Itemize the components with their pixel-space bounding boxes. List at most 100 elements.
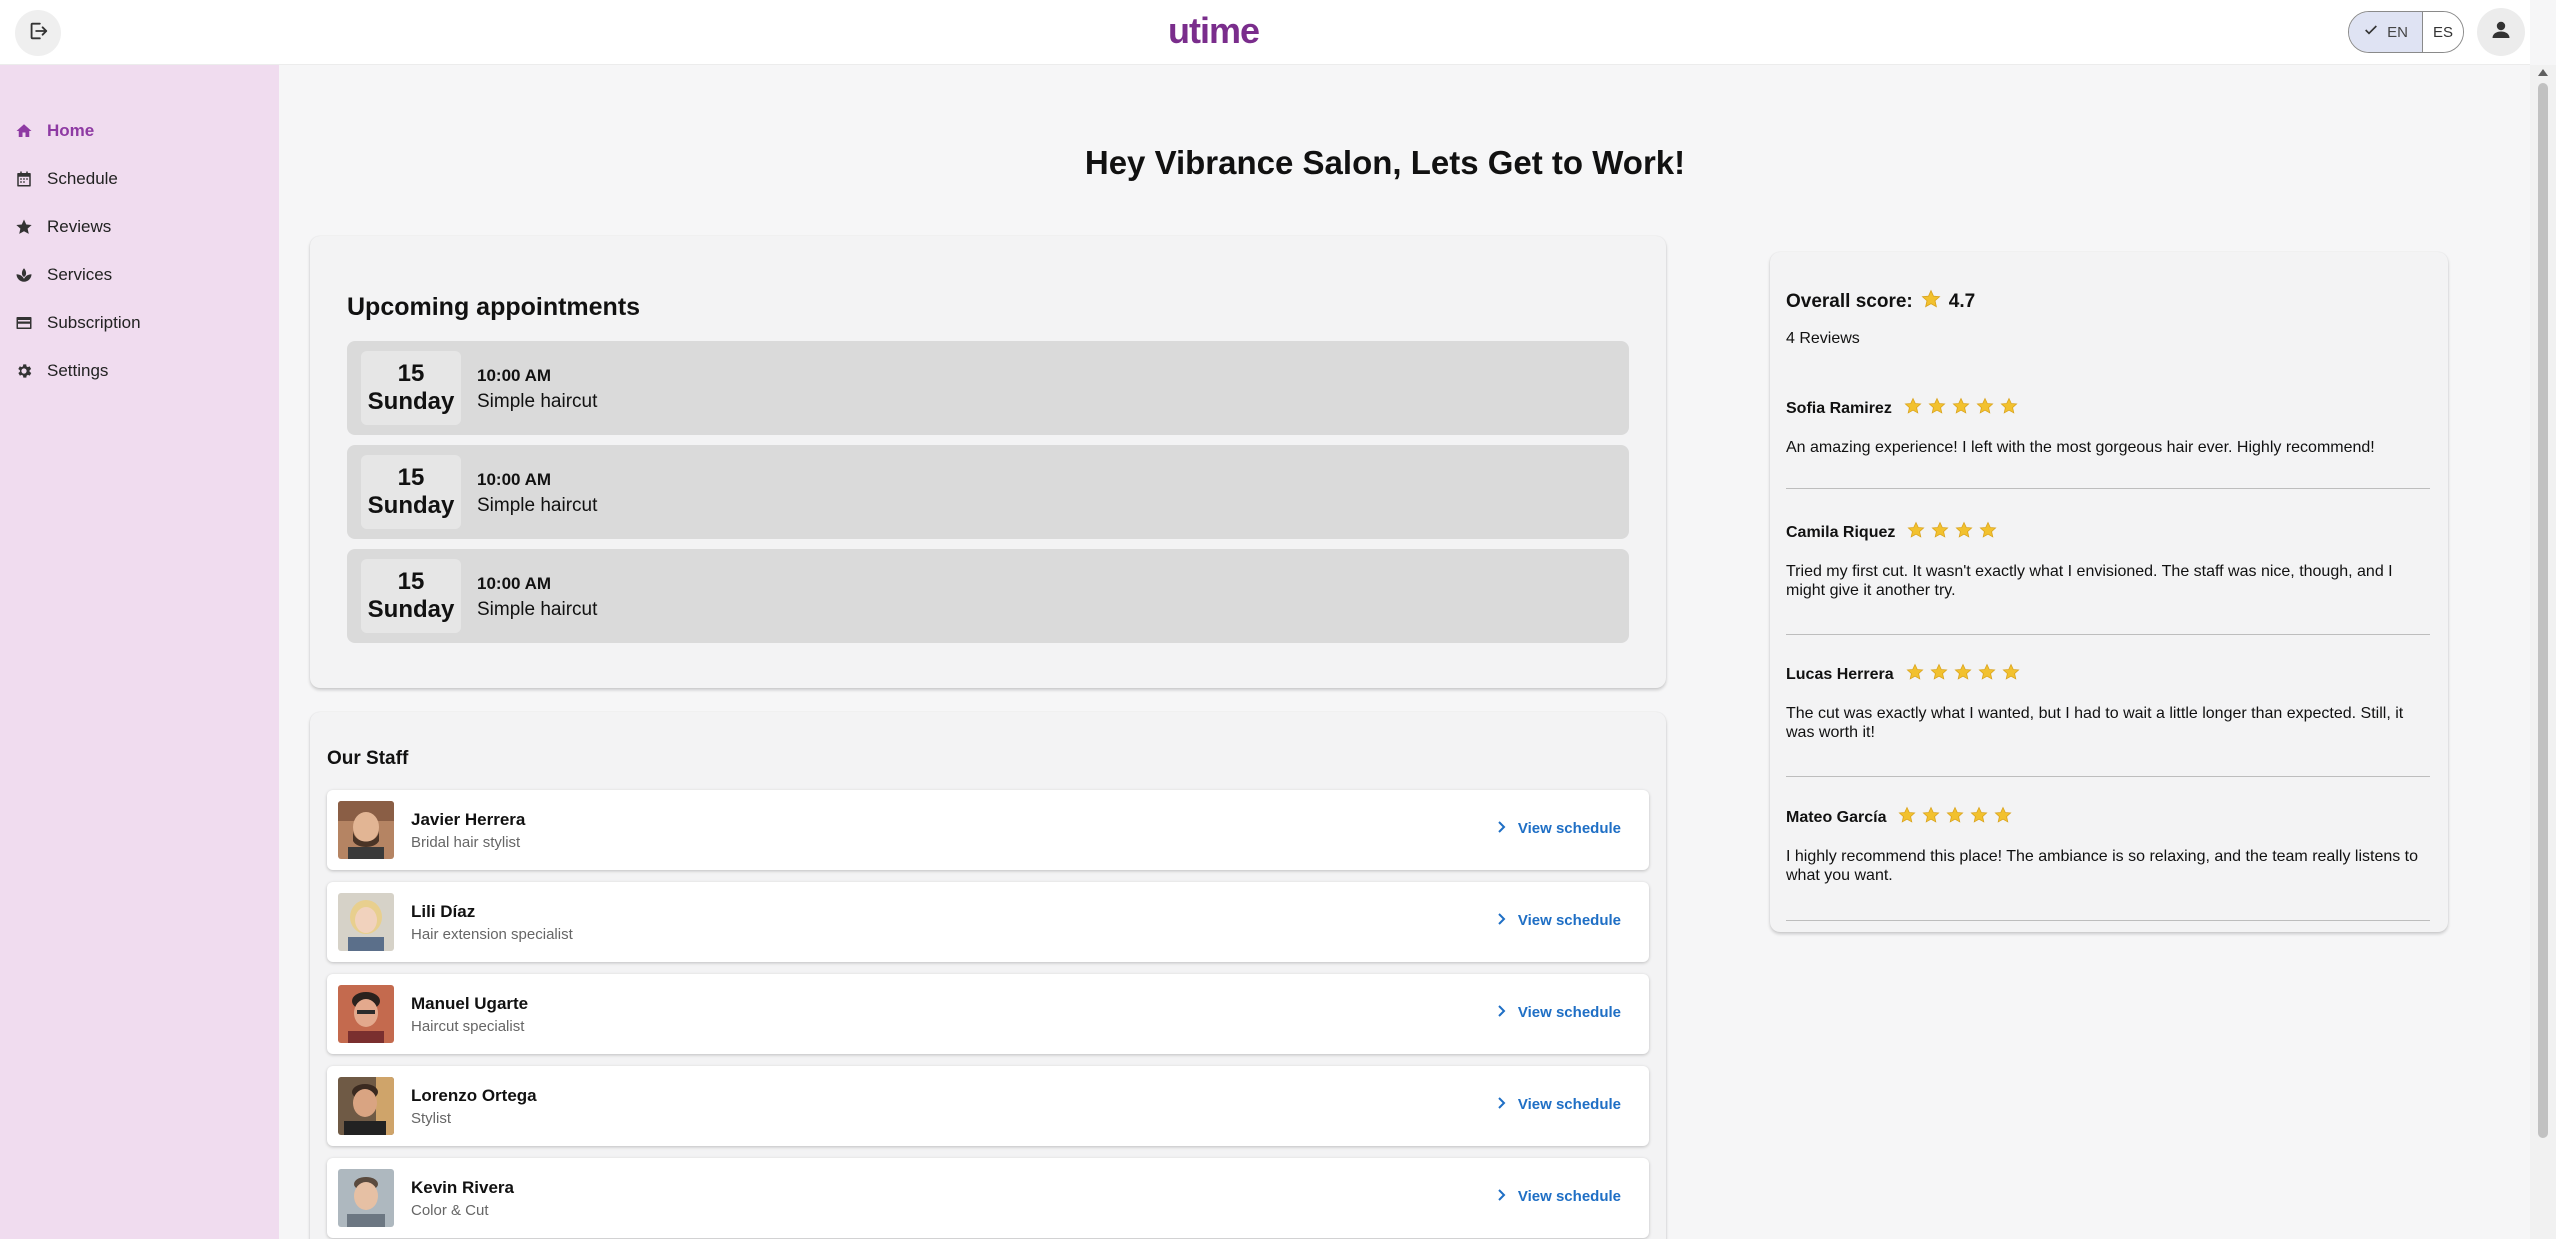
- scrollbar[interactable]: [2530, 65, 2556, 1239]
- staff-name: Lili Díaz: [411, 902, 476, 921]
- appointment-service: Simple haircut: [477, 599, 598, 620]
- staff-role: Stylist: [411, 1110, 452, 1127]
- credit-card-icon: [15, 314, 33, 332]
- appointment-item[interactable]: 15 Sunday 10:00 AM Simple haircut: [347, 549, 1629, 643]
- app-logo[interactable]: utime: [1168, 10, 1260, 52]
- language-toggle: EN ES: [2348, 11, 2464, 53]
- appointment-date: 15 Sunday: [361, 351, 461, 425]
- staff-role: Bridal hair stylist: [411, 834, 521, 851]
- top-bar: utime EN ES: [0, 0, 2530, 65]
- appointment-time: 10:00 AM: [477, 470, 552, 489]
- star-icon: [1907, 521, 1925, 544]
- appointments-title: Upcoming appointments: [347, 293, 641, 321]
- scroll-thumb[interactable]: [2538, 83, 2548, 1138]
- star-icon: [1904, 397, 1922, 420]
- staff-name: Lorenzo Ortega: [411, 1086, 537, 1105]
- star-icon: [1978, 663, 1996, 686]
- review-item: Lucas Herrera The cut was exactly what I…: [1786, 663, 2430, 777]
- sidebar: Home Schedule Reviews Services Subscript…: [0, 65, 279, 1239]
- staff-name: Manuel Ugarte: [411, 994, 529, 1013]
- overall-score-label: Overall score:: [1786, 291, 1913, 312]
- sidebar-item-reviews[interactable]: Reviews: [0, 205, 279, 249]
- appointment-day-number: 15: [397, 360, 425, 387]
- review-item: Sofia Ramirez An amazing experience! I l…: [1786, 397, 2430, 489]
- scroll-up-arrow-icon[interactable]: [2538, 69, 2548, 76]
- avatar: [338, 1169, 394, 1227]
- view-schedule-button[interactable]: View schedule: [1497, 1096, 1621, 1113]
- star-icon: [1970, 806, 1989, 829]
- account-button[interactable]: [2477, 8, 2525, 56]
- sidebar-item-label: Services: [47, 265, 113, 284]
- our-staff-card: Our Staff Javier Herrera Bridal hair sty…: [310, 712, 1666, 1239]
- home-icon: [15, 122, 33, 140]
- logout-icon: [27, 20, 49, 47]
- appointment-time: 10:00 AM: [477, 574, 552, 593]
- star-icon: [1930, 663, 1948, 686]
- lang-es-button[interactable]: ES: [2423, 12, 2463, 52]
- staff-name: Kevin Rivera: [411, 1178, 514, 1197]
- star-icon: [2002, 663, 2020, 686]
- lang-en-button[interactable]: EN: [2349, 12, 2423, 52]
- user-icon: [2489, 18, 2513, 47]
- review-text: Tried my first cut. It wasn't exactly wh…: [1786, 563, 2393, 599]
- sidebar-item-subscription[interactable]: Subscription: [0, 301, 279, 345]
- spa-icon: [15, 266, 33, 284]
- view-schedule-label: View schedule: [1517, 1096, 1621, 1113]
- chevron-right-icon: [1497, 1004, 1506, 1021]
- star-icon: [1955, 521, 1973, 544]
- staff-row: Kevin Rivera Color & Cut View schedule: [327, 1158, 1649, 1238]
- star-icon: [1928, 397, 1946, 420]
- view-schedule-label: View schedule: [1517, 1004, 1621, 1021]
- sidebar-item-settings[interactable]: Settings: [0, 349, 279, 393]
- view-schedule-button[interactable]: View schedule: [1497, 1188, 1621, 1205]
- review-text: An amazing experience! I left with the m…: [1786, 439, 2375, 456]
- star-rating: [1904, 397, 2018, 420]
- star-icon: [1994, 806, 2013, 829]
- appointment-date: 15 Sunday: [361, 455, 461, 529]
- gear-icon: [15, 362, 33, 380]
- appointment-item[interactable]: 15 Sunday 10:00 AM Simple haircut: [347, 445, 1629, 539]
- review-item: Camila Riquez Tried my first cut. It was…: [1786, 521, 2430, 635]
- staff-row: Manuel Ugarte Haircut specialist View sc…: [327, 974, 1649, 1054]
- star-icon: [1921, 289, 1941, 315]
- lang-en-label: EN: [2387, 23, 2408, 41]
- appointment-item[interactable]: 15 Sunday 10:00 AM Simple haircut: [347, 341, 1629, 435]
- sidebar-item-services[interactable]: Services: [0, 253, 279, 297]
- view-schedule-button[interactable]: View schedule: [1497, 820, 1621, 837]
- page-greeting: Hey Vibrance Salon, Lets Get to Work!: [1084, 144, 1686, 181]
- chevron-right-icon: [1497, 820, 1506, 837]
- staff-row: Lili Díaz Hair extension specialist View…: [327, 882, 1649, 962]
- sidebar-item-label: Home: [47, 121, 95, 140]
- sidebar-item-home[interactable]: Home: [0, 109, 279, 153]
- check-icon: [2363, 22, 2379, 42]
- reviewer-name: Sofia Ramirez: [1786, 399, 1892, 417]
- calendar-icon: [15, 170, 33, 188]
- star-icon: [1922, 806, 1941, 829]
- sidebar-item-label: Reviews: [47, 217, 112, 236]
- staff-row: Lorenzo Ortega Stylist View schedule: [327, 1066, 1649, 1146]
- star-rating: [1907, 521, 1997, 544]
- appointment-day-number: 15: [397, 464, 425, 491]
- view-schedule-button[interactable]: View schedule: [1497, 912, 1621, 929]
- review-item: Mateo García I highly recommend this pla…: [1786, 806, 2430, 921]
- sidebar-item-label: Settings: [47, 361, 109, 380]
- avatar: [338, 985, 394, 1043]
- star-rating: [1898, 806, 2013, 829]
- staff-title: Our Staff: [327, 748, 409, 769]
- star-icon: [2000, 397, 2018, 420]
- overall-score-value: 4.7: [1948, 291, 1976, 312]
- sidebar-item-label: Schedule: [47, 169, 118, 188]
- view-schedule-label: View schedule: [1517, 1188, 1621, 1205]
- logout-button[interactable]: [15, 10, 61, 56]
- lang-es-label: ES: [2432, 23, 2453, 41]
- view-schedule-label: View schedule: [1517, 820, 1621, 837]
- review-text: I highly recommend this place! The ambia…: [1786, 848, 2419, 884]
- star-icon: [1946, 806, 1965, 829]
- review-count: 4 Reviews: [1786, 330, 1860, 347]
- reviewer-name: Lucas Herrera: [1786, 665, 1894, 683]
- appointment-day-name: Sunday: [367, 492, 455, 519]
- sidebar-item-schedule[interactable]: Schedule: [0, 157, 279, 201]
- view-schedule-button[interactable]: View schedule: [1497, 1004, 1621, 1021]
- staff-role: Color & Cut: [411, 1202, 489, 1219]
- star-icon: [1979, 521, 1997, 544]
